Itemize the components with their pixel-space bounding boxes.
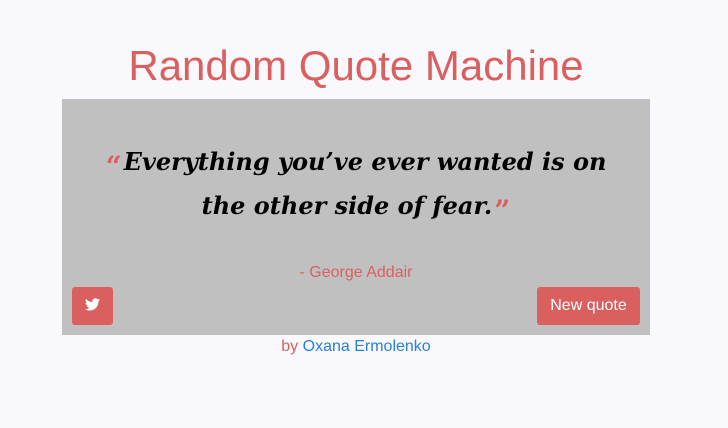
page-title: Random Quote Machine [128, 42, 584, 89]
quote-box: “Everything you’ve ever wanted is on the… [62, 99, 650, 335]
close-quote-icon: ” [494, 194, 511, 227]
quote-text: Everything you’ve ever wanted is on the … [123, 147, 607, 220]
credit-line: by Oxana Ermolenko [0, 338, 712, 356]
page: Random Quote Machine “Everything you’ve … [0, 0, 728, 428]
new-quote-button[interactable]: New quote [537, 287, 640, 325]
twitter-icon [85, 298, 100, 314]
quote-text-block: “Everything you’ve ever wanted is on the… [102, 139, 610, 227]
open-quote-icon: “ [105, 150, 122, 183]
quote-author: - George Addair [299, 264, 413, 281]
tweet-quote-button[interactable] [72, 287, 113, 325]
author-link[interactable]: Oxana Ermolenko [303, 338, 431, 355]
credit-by-label: by [281, 338, 299, 355]
